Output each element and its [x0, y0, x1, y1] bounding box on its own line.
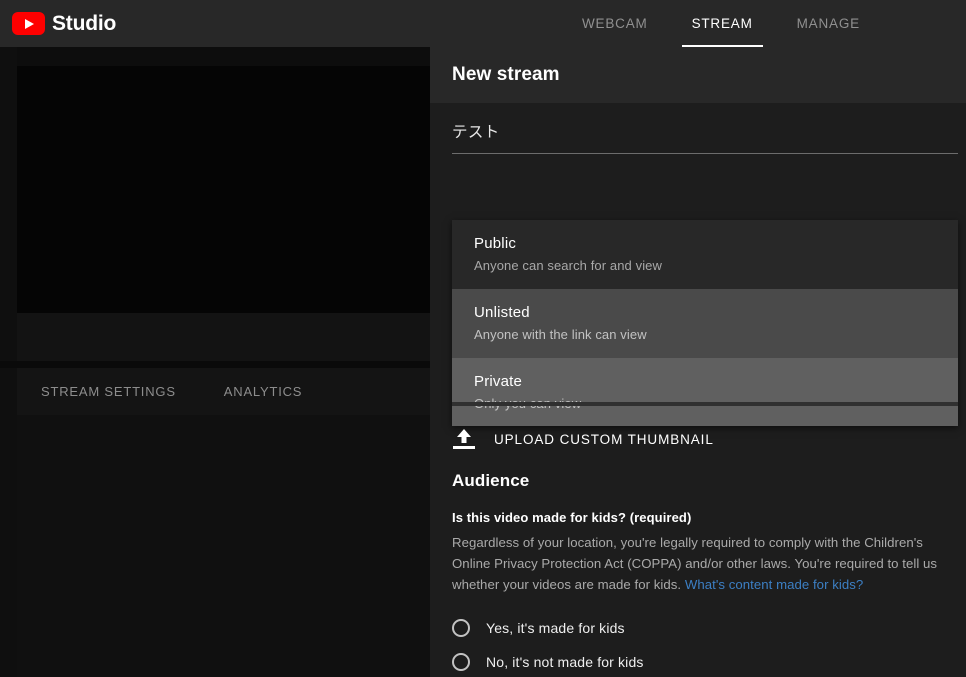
main-nav-tabs: WEBCAM STREAM MANAGE [560, 0, 882, 47]
left-pane-content [17, 415, 430, 677]
stream-title-field[interactable]: テスト [452, 120, 958, 154]
tab-webcam-label: WEBCAM [582, 16, 648, 31]
panel-header: New stream [430, 47, 966, 103]
youtube-studio-app: Studio WEBCAM STREAM MANAGE STREAM SETTI… [0, 0, 966, 677]
page-title: New stream [452, 64, 560, 85]
radio-yes-label: Yes, it's made for kids [486, 620, 625, 636]
radio-circle-icon [452, 653, 470, 671]
new-stream-panel: New stream テスト Public Anyone can search … [430, 47, 966, 677]
tab-manage[interactable]: MANAGE [775, 0, 882, 47]
upload-custom-thumbnail-button[interactable]: UPLOAD CUSTOM THUMBNAIL [452, 428, 714, 450]
visibility-option-private[interactable]: Private Only you can view [452, 357, 958, 427]
visibility-dropdown-menu: Public Anyone can search for and view Un… [452, 220, 958, 427]
tab-webcam[interactable]: WEBCAM [560, 0, 670, 47]
audience-description: Regardless of your location, you're lega… [452, 533, 952, 596]
brand-name: Studio [52, 12, 117, 35]
tab-manage-label: MANAGE [796, 16, 860, 31]
visibility-option-unlisted-label: Unlisted [474, 303, 530, 321]
made-for-kids-link[interactable]: What's content made for kids? [685, 577, 863, 592]
tab-stream-label: STREAM [691, 16, 753, 31]
visibility-option-public[interactable]: Public Anyone can search for and view [452, 220, 958, 289]
tab-stream[interactable]: STREAM [670, 0, 775, 47]
radio-no-label: No, it's not made for kids [486, 654, 644, 670]
radio-circle-icon [452, 619, 470, 637]
radio-no-made-for-kids[interactable]: No, it's not made for kids [452, 645, 952, 677]
visibility-option-unlisted-description: Anyone with the link can view [474, 327, 647, 343]
visibility-option-unlisted[interactable]: Unlisted Anyone with the link can view [452, 288, 958, 358]
upload-icon [452, 428, 476, 450]
panel-body: テスト Public Anyone can search for and vie… [430, 103, 966, 677]
left-pane-tabs: STREAM SETTINGS ANALYTICS [17, 368, 430, 415]
radio-yes-made-for-kids[interactable]: Yes, it's made for kids [452, 611, 952, 645]
tab-analytics[interactable]: ANALYTICS [224, 384, 302, 399]
tab-stream-settings[interactable]: STREAM SETTINGS [41, 384, 176, 399]
made-for-kids-radio-group: Yes, it's made for kids No, it's not mad… [452, 611, 952, 677]
left-preview-pane: STREAM SETTINGS ANALYTICS [0, 47, 430, 677]
tab-stream-settings-label: STREAM SETTINGS [41, 384, 176, 399]
tab-analytics-label: ANALYTICS [223, 384, 303, 399]
left-divider [0, 361, 430, 368]
video-preview[interactable] [17, 66, 430, 313]
audience-heading: Audience [452, 471, 530, 490]
brand-logo[interactable]: Studio [12, 0, 116, 47]
dropdown-shadow [452, 402, 958, 406]
top-header-bar: Studio WEBCAM STREAM MANAGE [0, 0, 966, 47]
visibility-option-private-label: Private [474, 372, 523, 390]
visibility-option-public-description: Anyone can search for and view [474, 258, 662, 274]
audience-question: Is this video made for kids? (required) [452, 510, 692, 525]
preview-meta-bar [17, 313, 430, 361]
visibility-option-public-label: Public [474, 235, 517, 252]
stream-title-underline [452, 153, 958, 154]
stream-title-input[interactable]: テスト [452, 120, 958, 153]
upload-custom-thumbnail-label: UPLOAD CUSTOM THUMBNAIL [494, 431, 714, 447]
youtube-play-icon [12, 12, 45, 35]
